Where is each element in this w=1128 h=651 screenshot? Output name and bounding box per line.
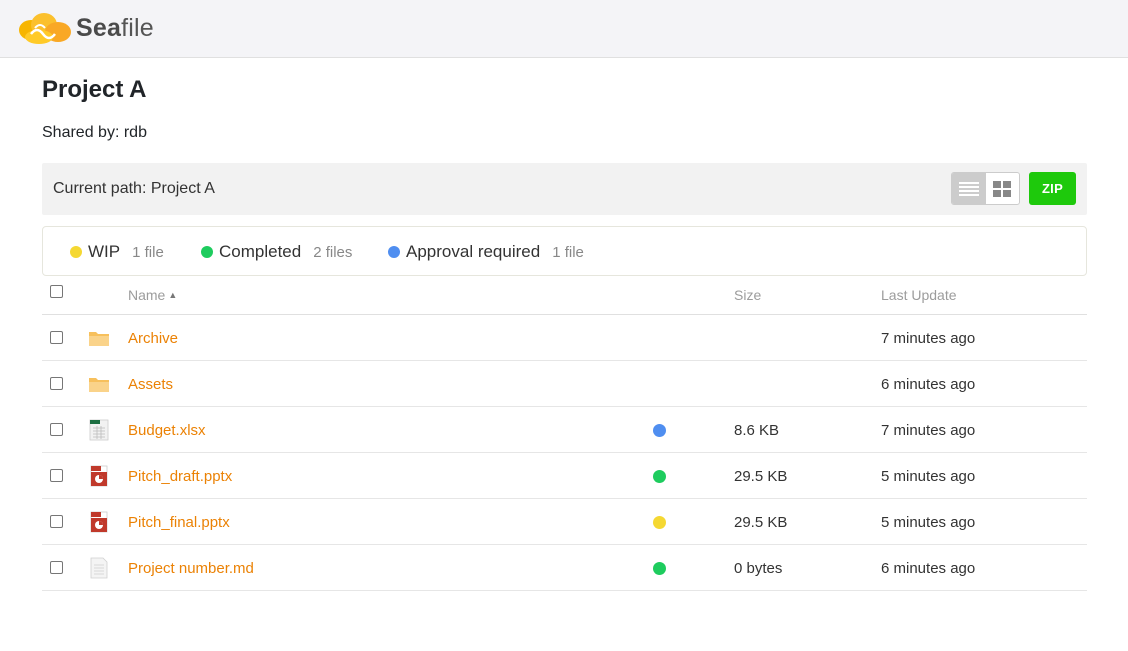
column-name-header[interactable]: Name ▲: [128, 287, 177, 303]
status-approval-required[interactable]: Approval required 1 file: [388, 242, 584, 262]
file-last-update: 6 minutes ago: [881, 376, 976, 393]
table-row[interactable]: Archive 7 minutes ago: [42, 315, 1087, 361]
file-name-link[interactable]: Assets: [128, 376, 173, 393]
page-title: Project A: [42, 76, 147, 103]
file-name-link[interactable]: Pitch_draft.pptx: [128, 468, 232, 485]
file-tag-dot[interactable]: [653, 470, 666, 483]
status-name: Approval required: [406, 242, 541, 261]
seafile-cloud-icon: [19, 13, 71, 44]
select-all-checkbox[interactable]: [50, 285, 63, 298]
status-summary: WIP 1 file Completed 2 files Approval re…: [42, 226, 1087, 276]
file-size: 0 bytes: [734, 560, 783, 577]
status-count: 2 files: [313, 243, 353, 261]
file-last-update: 7 minutes ago: [881, 330, 976, 347]
shared-by-label: Shared by:: [42, 124, 120, 141]
file-last-update: 7 minutes ago: [881, 422, 976, 439]
file-tag-dot[interactable]: [653, 562, 666, 575]
status-dot: [70, 246, 82, 258]
table-header: Name ▲ Size Last Update: [42, 276, 1087, 315]
row-checkbox[interactable]: [50, 561, 63, 574]
grid-view-button[interactable]: [986, 173, 1020, 204]
file-size: 8.6 KB: [734, 422, 780, 439]
shared-by: Shared by: rdb: [42, 124, 147, 142]
file-size: 29.5 KB: [734, 514, 788, 531]
file-name-link[interactable]: Budget.xlsx: [128, 422, 206, 439]
status-completed[interactable]: Completed 2 files: [201, 242, 352, 262]
column-name-label: Name: [128, 287, 166, 303]
row-checkbox[interactable]: [50, 515, 63, 528]
table-row[interactable]: Assets 6 minutes ago: [42, 361, 1087, 407]
file-size: 29.5 KB: [734, 468, 788, 485]
file-last-update: 6 minutes ago: [881, 560, 976, 577]
file-tag-dot[interactable]: [653, 516, 666, 529]
current-path-value[interactable]: Project A: [151, 180, 215, 197]
status-count: 1 file: [552, 243, 584, 261]
powerpoint-file-icon: [88, 465, 110, 487]
powerpoint-file-icon: [88, 511, 110, 533]
current-path-label: Current path:: [53, 180, 147, 197]
table-row[interactable]: Budget.xlsx 8.6 KB 7 minutes ago: [42, 407, 1087, 453]
file-name-link[interactable]: Pitch_final.pptx: [128, 514, 230, 531]
status-count: 1 file: [132, 243, 164, 261]
current-path: Current path: Project A: [53, 180, 215, 198]
status-dot: [201, 246, 213, 258]
grid-view-icon: [993, 180, 1012, 197]
row-checkbox[interactable]: [50, 469, 63, 482]
status-name: Completed: [219, 242, 302, 261]
status-wip[interactable]: WIP 1 file: [70, 242, 164, 262]
list-view-button[interactable]: [952, 173, 986, 204]
table-row[interactable]: Pitch_draft.pptx 29.5 KB 5 minutes ago: [42, 453, 1087, 499]
row-checkbox[interactable]: [50, 423, 63, 436]
sort-ascending-icon: ▲: [168, 290, 178, 300]
file-last-update: 5 minutes ago: [881, 468, 976, 485]
table-row[interactable]: Project number.md 0 bytes 6 minutes ago: [42, 545, 1087, 591]
text-file-icon: [88, 557, 110, 579]
list-view-icon: [958, 181, 979, 196]
excel-file-icon: [88, 419, 110, 441]
seafile-logo[interactable]: Seafile: [17, 8, 154, 48]
shared-by-user: rdb: [123, 124, 147, 141]
top-bar: Seafile: [0, 0, 1128, 58]
file-name-link[interactable]: Archive: [128, 330, 178, 347]
column-size-header[interactable]: Size: [734, 287, 761, 303]
file-tag-dot[interactable]: [653, 424, 666, 437]
table-row[interactable]: Pitch_final.pptx 29.5 KB 5 minutes ago: [42, 499, 1087, 545]
status-dot: [388, 246, 400, 258]
folder-icon: [88, 373, 110, 395]
row-checkbox[interactable]: [50, 377, 63, 390]
file-last-update: 5 minutes ago: [881, 514, 976, 531]
row-checkbox[interactable]: [50, 331, 63, 344]
path-bar: Current path: Project A ZIP: [42, 163, 1087, 215]
folder-icon: [88, 327, 110, 349]
logo-text: Seafile: [76, 13, 154, 42]
view-mode-toggle: [951, 172, 1020, 205]
column-last-update-header[interactable]: Last Update: [881, 287, 957, 303]
zip-download-button[interactable]: ZIP: [1029, 172, 1076, 205]
file-name-link[interactable]: Project number.md: [128, 560, 254, 577]
status-name: WIP: [88, 242, 121, 261]
